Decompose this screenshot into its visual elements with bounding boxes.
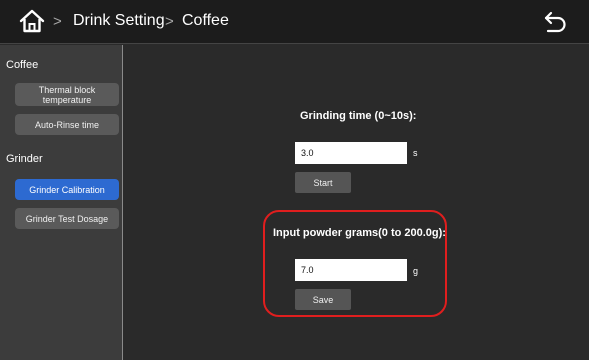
sidebar-item-grinder-calibration[interactable]: Grinder Calibration [15, 179, 119, 200]
sidebar-item-auto-rinse-time[interactable]: Auto-Rinse time [15, 114, 119, 135]
top-bar: > Drink Setting > Coffee [0, 0, 589, 44]
breadcrumb-separator: > [53, 13, 62, 30]
breadcrumb-separator: > [165, 13, 174, 30]
home-button[interactable] [19, 9, 45, 33]
breadcrumb-coffee: Coffee [182, 12, 229, 29]
grinding-time-label: Grinding time (0~10s): [300, 110, 417, 122]
sidebar: Coffee Thermal block temperature Auto-Ri… [0, 45, 123, 360]
main-panel: Grinding time (0~10s): 3.0 s Start Input… [124, 45, 589, 360]
start-button[interactable]: Start [295, 172, 351, 193]
powder-grams-input[interactable]: 7.0 [295, 259, 407, 281]
sidebar-item-thermal-block-temperature[interactable]: Thermal block temperature [15, 83, 119, 106]
home-icon [19, 9, 45, 33]
grinding-time-unit: s [413, 148, 418, 158]
save-button[interactable]: Save [295, 289, 351, 310]
sidebar-heading-grinder: Grinder [6, 153, 43, 165]
sidebar-item-grinder-test-dosage[interactable]: Grinder Test Dosage [15, 208, 119, 229]
back-arrow-icon [544, 11, 566, 33]
powder-grams-label: Input powder grams(0 to 200.0g): [273, 227, 446, 239]
sidebar-heading-coffee: Coffee [6, 59, 39, 71]
breadcrumb-drink-setting[interactable]: Drink Setting [73, 12, 165, 30]
back-button[interactable] [542, 10, 568, 34]
powder-grams-unit: g [413, 266, 419, 276]
grinding-time-input[interactable]: 3.0 [295, 142, 407, 164]
